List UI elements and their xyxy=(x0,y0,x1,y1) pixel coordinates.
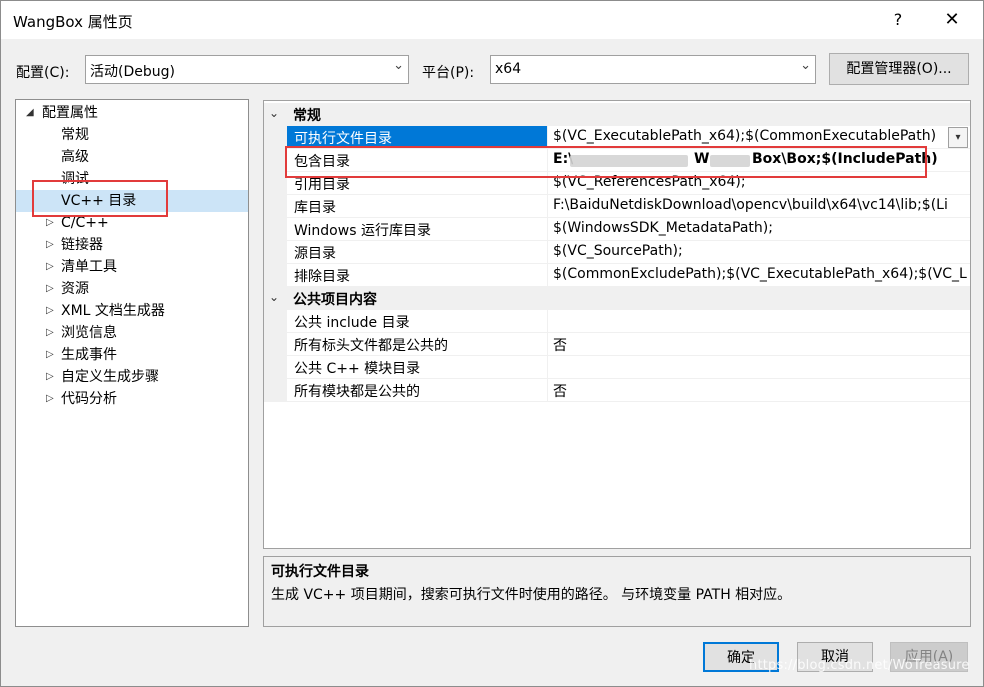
row-margin xyxy=(264,379,287,402)
expand-triangle-icon[interactable]: ▷ xyxy=(46,300,54,322)
tree-item-label: 高级 xyxy=(61,149,89,165)
tree-item-label: 浏览信息 xyxy=(61,325,117,341)
property-row[interactable]: 排除目录 $(CommonExcludePath);$(VC_Executable… xyxy=(264,264,970,287)
row-margin xyxy=(264,264,287,287)
tree-item[interactable]: 高级 xyxy=(16,146,248,168)
property-value[interactable] xyxy=(548,310,970,333)
property-row[interactable]: 库目录 F:\BaiduNetdiskDownload\opencv\build\… xyxy=(264,195,970,218)
platform-dropdown-value: x64 xyxy=(495,61,522,77)
expand-triangle-icon[interactable]: ▷ xyxy=(46,256,54,278)
tree-item-label: 链接器 xyxy=(61,237,103,253)
collapse-triangle-icon[interactable]: ◢ xyxy=(26,102,34,124)
row-margin xyxy=(264,126,287,149)
expand-triangle-icon[interactable]: ▷ xyxy=(46,322,54,344)
tree-item[interactable]: ▷ 代码分析 xyxy=(16,388,248,410)
property-value[interactable] xyxy=(548,356,970,379)
tree-item[interactable]: ▷ XML 文档生成器 xyxy=(16,300,248,322)
chevron-down-icon: ⌄ xyxy=(393,58,404,73)
property-row[interactable]: 所有模块都是公共的否 xyxy=(264,379,970,402)
tree-root-config-properties[interactable]: ◢ 配置属性 xyxy=(16,102,248,124)
tree-item-label: 生成事件 xyxy=(61,347,117,363)
expand-triangle-icon[interactable]: ▷ xyxy=(46,234,54,256)
config-label: 配置(C): xyxy=(16,65,70,81)
tree-item-label: XML 文档生成器 xyxy=(61,303,165,319)
description-text: 生成 VC++ 项目期间，搜索可执行文件时使用的路径。 与环境变量 PATH 相… xyxy=(271,587,792,603)
property-row[interactable]: 公共 C++ 模块目录 xyxy=(264,356,970,379)
highlight-box-include xyxy=(285,146,927,178)
expand-triangle-icon[interactable]: ▷ xyxy=(46,388,54,410)
grid-category[interactable]: ⌄ 常规 xyxy=(264,103,970,126)
property-value[interactable]: 否 xyxy=(548,379,970,402)
row-margin xyxy=(264,310,287,333)
collapse-chevron-icon[interactable]: ⌄ xyxy=(269,106,279,120)
expand-triangle-icon[interactable]: ▷ xyxy=(46,366,54,388)
property-value[interactable]: $(VC_SourcePath); xyxy=(548,241,970,264)
tree-item-label: 常规 xyxy=(61,127,89,143)
grid-category-label: 公共项目内容 xyxy=(293,292,377,308)
tree-item[interactable]: 常规 xyxy=(16,124,248,146)
tree-item[interactable]: ▷ 自定义生成步骤 xyxy=(16,366,248,388)
tree-item-label: 配置属性 xyxy=(42,105,98,121)
property-value[interactable]: $(CommonExcludePath);$(VC_ExecutablePath… xyxy=(548,264,970,287)
tree-item[interactable]: ▷ 浏览信息 xyxy=(16,322,248,344)
property-value[interactable]: 否 xyxy=(548,333,970,356)
tree-item[interactable]: ▷ 链接器 xyxy=(16,234,248,256)
property-name[interactable]: 所有标头文件都是公共的 xyxy=(287,333,548,356)
description-title: 可执行文件目录 xyxy=(271,564,369,580)
property-row[interactable]: 公共 include 目录 xyxy=(264,310,970,333)
property-tree: ◢ 配置属性 常规 高级 调试 VC++ 目录 ▷ C/C++ ▷ 链接器 ▷ 清单工具 ▷ 资源 ▷ X… xyxy=(15,99,249,627)
property-name[interactable]: 公共 include 目录 xyxy=(287,310,548,333)
watermark-text: https://blog.csdn.net/WoTreasure xyxy=(749,658,970,673)
help-icon[interactable]: ? xyxy=(885,7,911,33)
grid-category[interactable]: ⌄ 公共项目内容 xyxy=(264,287,970,310)
row-margin xyxy=(264,356,287,379)
property-name[interactable]: 所有模块都是公共的 xyxy=(287,379,548,402)
config-dropdown-value: 活动(Debug) xyxy=(90,64,175,80)
title-bar: WangBox 属性页 ? ✕ xyxy=(1,1,983,39)
window-title: WangBox 属性页 xyxy=(13,13,133,31)
row-margin xyxy=(264,195,287,218)
config-manager-button[interactable]: 配置管理器(O)... xyxy=(829,53,969,85)
platform-dropdown[interactable]: x64 ⌄ xyxy=(490,55,816,84)
property-name[interactable]: 库目录 xyxy=(287,195,548,218)
tree-item[interactable]: ▷ 清单工具 xyxy=(16,256,248,278)
chevron-down-icon[interactable]: ▾ xyxy=(948,127,968,148)
expand-triangle-icon[interactable]: ▷ xyxy=(46,344,54,366)
tree-item-label: 代码分析 xyxy=(61,391,117,407)
property-name[interactable]: Windows 运行库目录 xyxy=(287,218,548,241)
row-margin xyxy=(264,333,287,356)
close-icon[interactable]: ✕ xyxy=(937,7,967,33)
collapse-chevron-icon[interactable]: ⌄ xyxy=(269,290,279,304)
property-row[interactable]: 所有标头文件都是公共的否 xyxy=(264,333,970,356)
property-value[interactable]: $(WindowsSDK_MetadataPath); xyxy=(548,218,970,241)
chevron-down-icon: ⌄ xyxy=(800,58,811,73)
row-margin xyxy=(264,218,287,241)
grid-category-label: 常规 xyxy=(293,108,321,124)
expand-triangle-icon[interactable]: ▷ xyxy=(46,278,54,300)
property-pages-dialog: WangBox 属性页 ? ✕ 配置(C): 活动(Debug) ⌄ 平台(P)… xyxy=(0,0,984,687)
tree-item-label: 清单工具 xyxy=(61,259,117,275)
highlight-box-tree xyxy=(32,180,168,217)
property-row[interactable]: Windows 运行库目录 $(WindowsSDK_MetadataPath); xyxy=(264,218,970,241)
tree-item[interactable]: ▷ 生成事件 xyxy=(16,344,248,366)
property-name[interactable]: 源目录 xyxy=(287,241,548,264)
row-margin xyxy=(264,241,287,264)
row-margin xyxy=(264,149,287,172)
property-name[interactable]: 排除目录 xyxy=(287,264,548,287)
property-value[interactable]: F:\BaiduNetdiskDownload\opencv\build\x64… xyxy=(548,195,970,218)
property-row[interactable]: 源目录 $(VC_SourcePath); xyxy=(264,241,970,264)
description-panel: 可执行文件目录 生成 VC++ 项目期间，搜索可执行文件时使用的路径。 与环境变… xyxy=(263,556,971,627)
tree-item-label: 自定义生成步骤 xyxy=(61,369,159,385)
config-dropdown[interactable]: 活动(Debug) ⌄ xyxy=(85,55,409,84)
property-name[interactable]: 公共 C++ 模块目录 xyxy=(287,356,548,379)
platform-label: 平台(P): xyxy=(422,65,475,81)
row-margin xyxy=(264,172,287,195)
tree-item-label: 资源 xyxy=(61,281,89,297)
tree-item[interactable]: ▷ 资源 xyxy=(16,278,248,300)
